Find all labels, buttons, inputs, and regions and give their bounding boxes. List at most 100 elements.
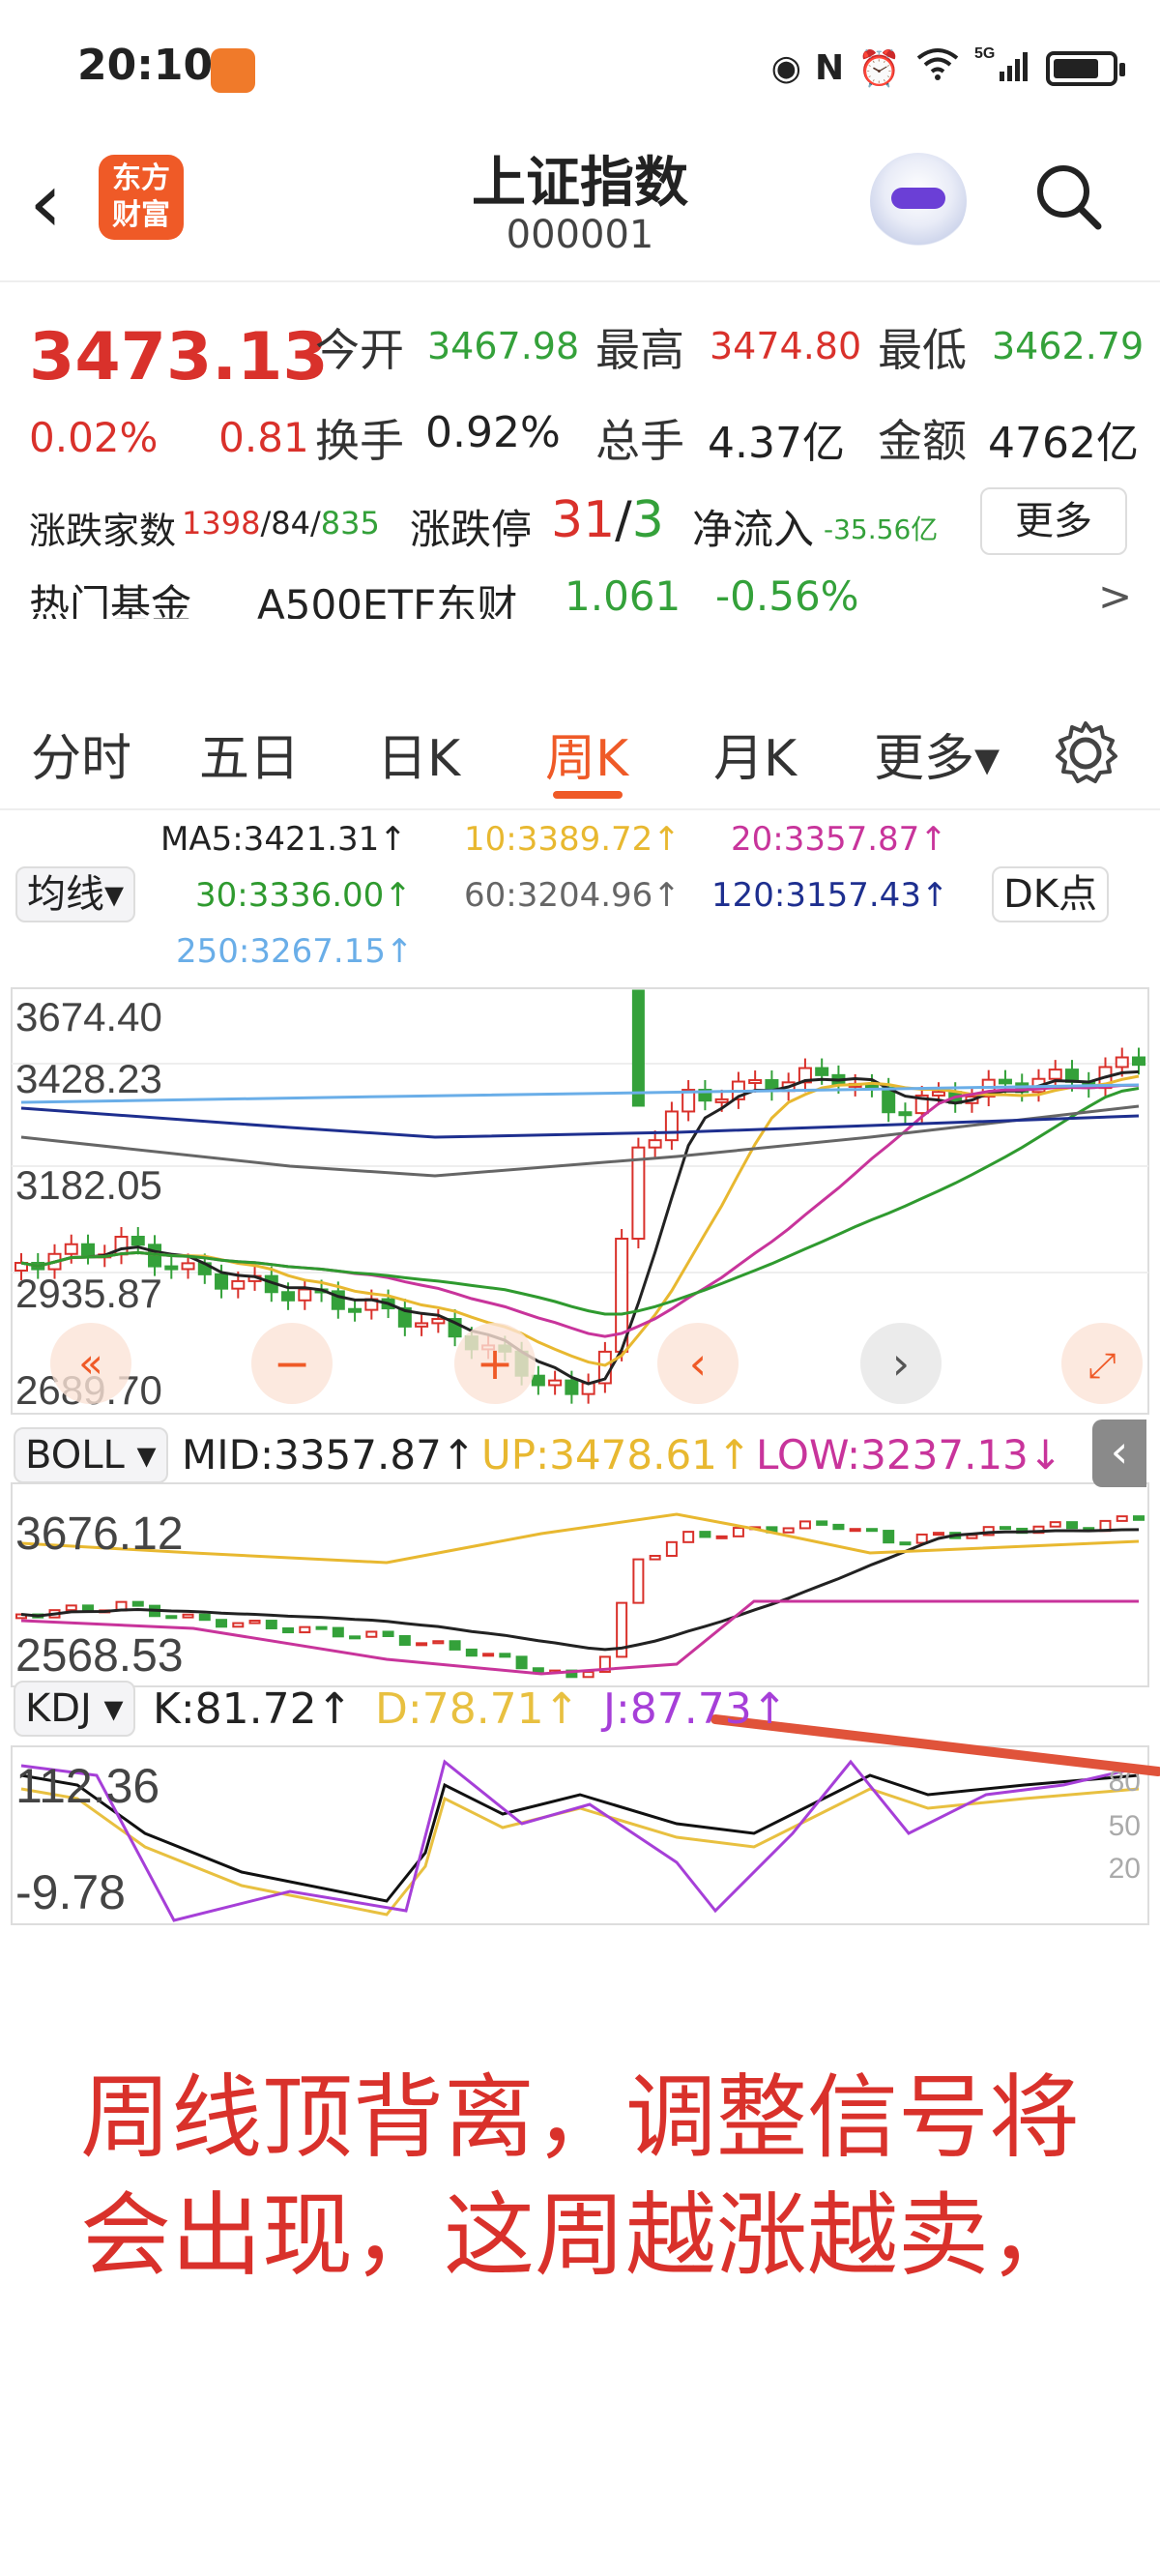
tab-daily-k[interactable]: 日K [377,717,460,790]
boll-candle [899,1541,912,1546]
boll-candle [816,1520,828,1526]
candle [281,1291,296,1302]
zoom-out-left-button[interactable]: « [50,1323,131,1404]
zoom-in-button[interactable]: + [454,1323,536,1404]
candle [1132,1056,1146,1067]
netflow-value: -35.56亿 [824,513,939,545]
more-button[interactable]: 更多 [980,487,1127,555]
candle [1115,1056,1129,1068]
tab-intraday[interactable]: 分时 [31,717,131,790]
volume-label: 总手 [595,415,684,467]
fullscreen-button[interactable]: ⤢ [1061,1323,1143,1404]
boll-candle [332,1626,344,1638]
boll-candle [849,1528,861,1533]
netflow-label: 净流入 [692,506,815,553]
candle [431,1318,446,1325]
boll-candle [82,1604,95,1612]
spike-candle [631,989,645,1107]
candle [298,1288,312,1302]
kdj-j: J:87.73↑ [603,1684,788,1734]
candle [931,1091,945,1097]
boll-y-tick-top: 3676.12 [15,1508,184,1560]
boll-candle [499,1653,511,1658]
candle [815,1067,829,1076]
boll-candle [65,1604,77,1612]
tab-more[interactable]: 更多▾ [874,717,1000,790]
scroll-right-button[interactable]: › [860,1323,942,1404]
zoom-out-button[interactable]: − [251,1323,333,1404]
boll-candle [932,1532,944,1537]
limit-up: 31 [551,491,616,549]
settings-gear-icon[interactable] [1050,717,1121,789]
amount-value: 4762亿 [988,419,1139,468]
y-tick-4: 2935.87 [15,1271,162,1316]
price-change: 0.02% 0.81 [29,414,309,461]
candle [548,1379,563,1387]
ma-selector[interactable]: 均线▾ [15,866,136,922]
breadth-label: 涨跌家数 [29,510,177,552]
fund-name: A500ETF东财 [257,581,518,619]
stock-header: ‹ 东方 财富 上证指数 000001 [0,135,1160,282]
ma10-value: 10:3389.72↑ [464,820,681,859]
candle [648,1139,662,1149]
change-value: 0.81 [218,414,309,461]
boll-candle [665,1540,678,1557]
candle [1048,1068,1062,1080]
boll-candle [349,1635,362,1640]
status-bar: 20:10 ◉ N ⏰ 5G [0,0,1160,135]
boll-candle [715,1535,728,1539]
status-time: 20:10 [77,41,214,90]
boll-candle [315,1625,328,1630]
boll-candle [398,1635,411,1646]
low-value: 3462.79 [992,325,1145,367]
boll-candle [1133,1515,1145,1521]
period-tabs: 分时 五日 日K 周K 月K 更多▾ [0,683,1160,810]
kdj-selector[interactable]: KDJ ▾ [14,1681,135,1737]
boll-candle [165,1615,178,1620]
collapse-panel-icon[interactable]: ‹ [1092,1420,1146,1487]
cellular-signal-icon: 5G [974,44,1032,92]
boll-candle [232,1622,245,1628]
boll-selector[interactable]: BOLL ▾ [14,1427,168,1483]
boll-candle [732,1527,744,1537]
main-chart-frame [11,987,1149,1415]
candle [415,1322,429,1328]
tab-five-day[interactable]: 五日 [199,717,300,790]
boll-candle [1049,1521,1061,1528]
y-tick-1: 3674.40 [15,994,162,1039]
kdj-y-tick-top: 112.36 [15,1759,160,1813]
svg-text:›: › [892,1337,910,1390]
svg-text:−: − [274,1337,311,1390]
boll-mid: MID:3357.87↑ [182,1431,476,1478]
candle [81,1243,96,1256]
high-label: 最高 [595,324,684,376]
kdj-legend: KDJ ▾ K:81.72↑ D:78.71↑ J:87.73↑ [0,1681,1160,1739]
svg-text:«: « [78,1339,103,1387]
assistant-robot-icon[interactable] [870,153,967,249]
boll-candle [449,1640,461,1651]
boll-candle [182,1613,194,1619]
scroll-left-button[interactable]: ‹ [657,1323,739,1404]
y-tick-3: 3182.05 [15,1162,162,1208]
search-icon[interactable] [1034,162,1102,230]
annotation-line2: 会出现，这周越涨越卖， [79,2183,1080,2289]
boll-candle [515,1655,528,1670]
hot-fund-row[interactable]: 热门基金 A500ETF东财 1.061 -0.56% > [0,572,1160,619]
candle [164,1265,179,1271]
change-percent: 0.02% [29,414,159,461]
tab-weekly-k[interactable]: 周K [545,717,628,790]
dk-point-toggle[interactable]: DK点 [992,866,1110,922]
limit-down: 3 [631,491,664,549]
kdj-k: K:81.72↑ [153,1684,353,1734]
boll-candle [782,1527,795,1534]
y-tick-2: 3428.23 [15,1056,162,1101]
boll-candle [865,1528,878,1533]
limit-label: 涨跌停 [410,506,533,553]
tab-monthly-k[interactable]: 月K [713,717,797,790]
breadth-values: 1398/84/835 [182,505,380,542]
low-label: 最低 [878,324,967,376]
kdj-d: D:78.71↑ [375,1684,580,1734]
svg-text:5G: 5G [974,45,995,62]
boll-candle [883,1530,895,1544]
boll-candle [798,1520,811,1530]
